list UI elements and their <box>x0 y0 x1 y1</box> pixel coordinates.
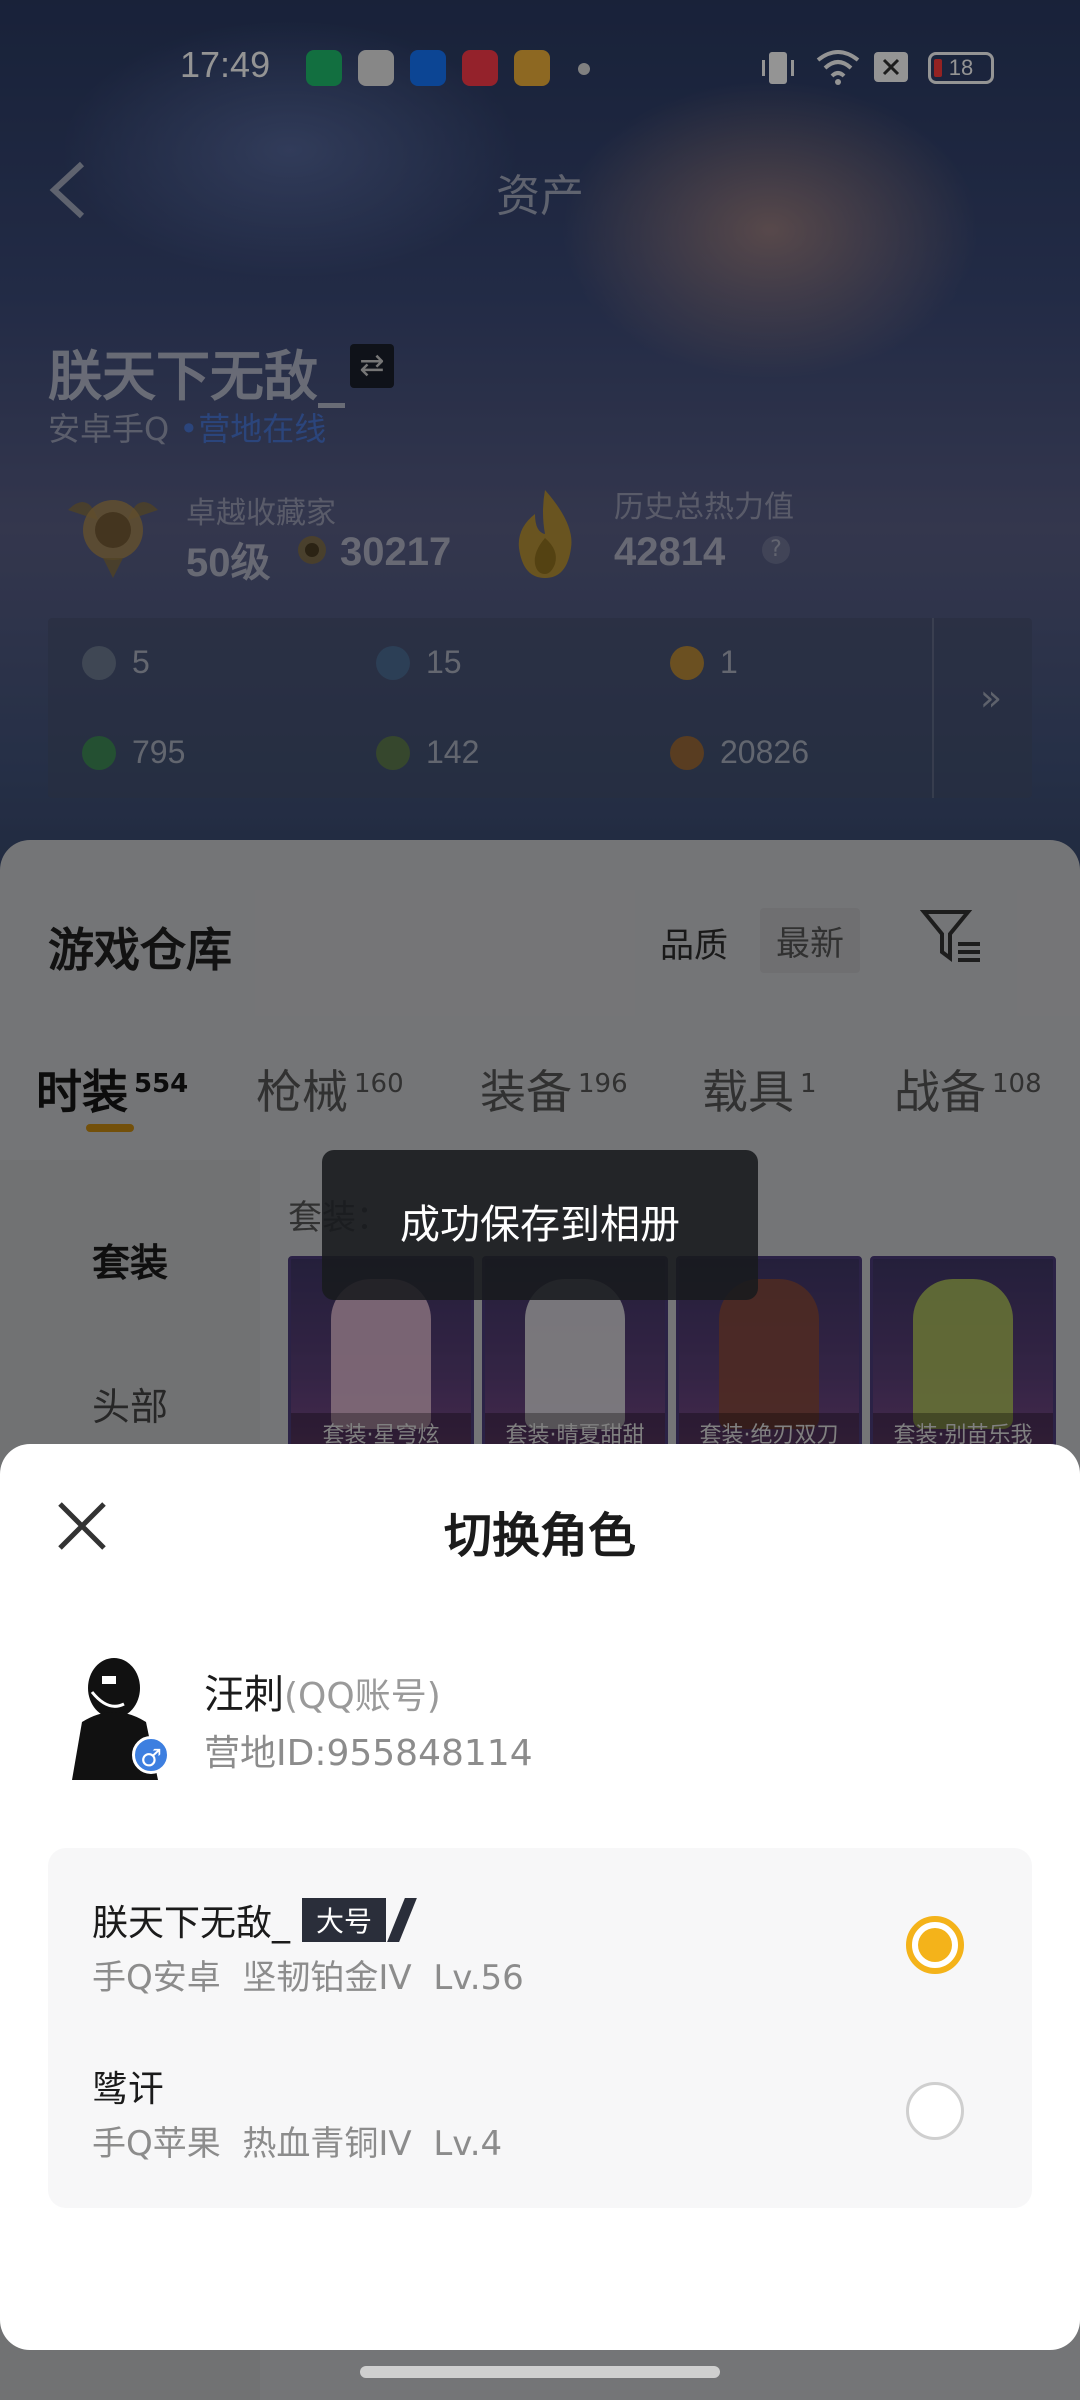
role-radio-selected[interactable] <box>906 1916 964 1974</box>
role-name: 骘讦 <box>92 2069 165 2110</box>
toast-message: 成功保存到相册 <box>322 1150 758 1300</box>
male-icon: ♂ <box>132 1736 170 1774</box>
role-list: 朕天下无敌_ 大号 手Q安卓 坚韧铂金IV Lv.56 骘讦 手Q苹果 热血青铜… <box>48 1848 1032 2208</box>
home-indicator[interactable] <box>360 2366 720 2378</box>
role-name: 朕天下无敌_ 大号 <box>92 1894 387 1946</box>
role-meta: 手Q安卓 坚韧铂金IV Lv.56 <box>92 1958 524 1998</box>
role-meta: 手Q苹果 热血青铜IV Lv.4 <box>92 2124 503 2164</box>
role-item[interactable]: 骘讦 手Q苹果 热血青铜IV Lv.4 <box>48 2014 1032 2180</box>
main-account-tag: 大号 <box>302 1898 387 1942</box>
sheet-title: 切换角色 <box>443 1508 636 1564</box>
role-item[interactable]: 朕天下无敌_ 大号 手Q安卓 坚韧铂金IV Lv.56 <box>48 1848 1032 2014</box>
switch-role-sheet: 切换角色 ♂ 汪刺(QQ账号) 营地ID:955848114 朕天下无敌_ 大号… <box>0 1444 1080 2350</box>
account-name: 汪刺(QQ账号) <box>204 1672 441 1718</box>
role-radio[interactable] <box>906 2082 964 2140</box>
account-id: 营地ID:955848114 <box>204 1733 533 1774</box>
